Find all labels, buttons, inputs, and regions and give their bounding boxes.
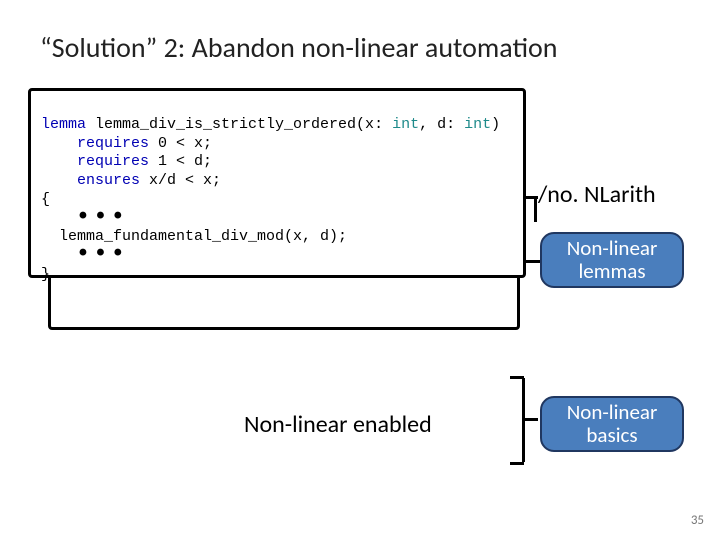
code-text: ) bbox=[491, 116, 500, 133]
ellipsis-icon: ••• bbox=[41, 249, 128, 261]
type-int: int bbox=[455, 116, 491, 133]
code-text: lemma_div_is_strictly_ordered(x: bbox=[86, 116, 383, 133]
page-number: 35 bbox=[691, 513, 704, 528]
kw-ensures: ensures bbox=[41, 172, 140, 189]
code-text: 0 < x; bbox=[149, 135, 212, 152]
code-text: 1 < d; bbox=[149, 153, 212, 170]
brace-icon bbox=[510, 370, 538, 470]
code-text: } bbox=[41, 266, 50, 283]
compiler-flag-label: /no. NLarith bbox=[538, 180, 656, 209]
ellipsis-icon: ••• bbox=[41, 212, 128, 224]
pill-nonlinear-basics: Non-linear basics bbox=[540, 396, 684, 452]
connector-line bbox=[524, 260, 540, 263]
slide-title: “Solution” 2: Abandon non-linear automat… bbox=[40, 30, 680, 65]
code-text: x/d < x; bbox=[140, 172, 221, 189]
connector-line bbox=[534, 196, 537, 222]
code-text: , d: bbox=[419, 116, 455, 133]
slide: “Solution” 2: Abandon non-linear automat… bbox=[0, 0, 720, 540]
type-int: int bbox=[383, 116, 419, 133]
kw-lemma: lemma bbox=[41, 116, 86, 133]
nonlinear-enabled-label: Non-linear enabled bbox=[244, 410, 432, 439]
code-box-front: lemma lemma_div_is_strictly_ordered(x: i… bbox=[28, 88, 526, 278]
pill-nonlinear-lemmas: Non-linear lemmas bbox=[540, 232, 684, 288]
kw-requires: requires bbox=[41, 153, 149, 170]
kw-requires: requires bbox=[41, 135, 149, 152]
